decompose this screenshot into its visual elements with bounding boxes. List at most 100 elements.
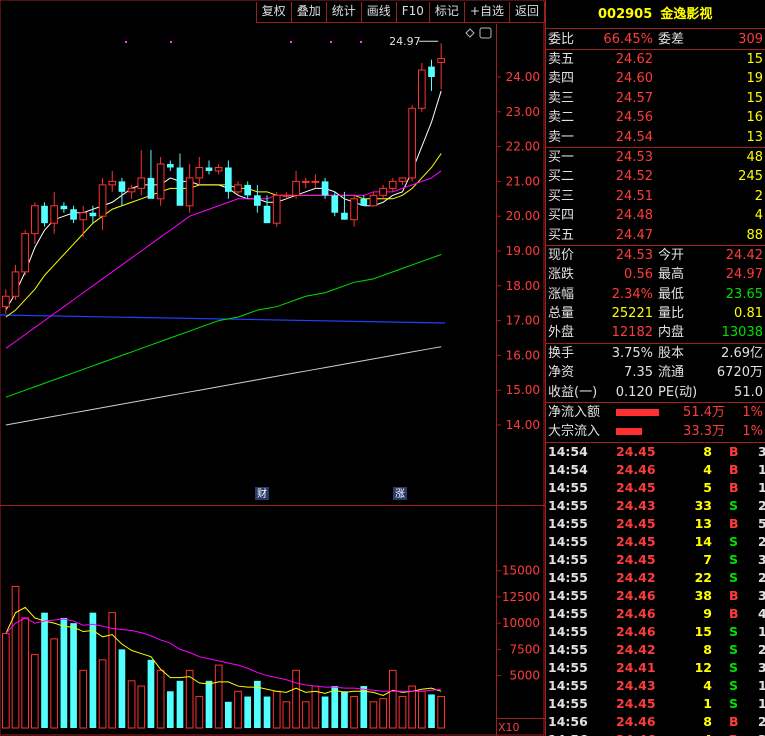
marker-label: 涨 — [395, 488, 405, 500]
volume-bar — [108, 612, 117, 729]
tick-price: 24.45 — [616, 551, 656, 567]
tick-count: 2 — [758, 497, 765, 515]
candle-body — [118, 181, 126, 192]
candle-body — [282, 194, 291, 197]
candle-body — [185, 177, 194, 207]
ask-row: 卖三 24.57 15 — [546, 89, 765, 108]
tick-row: 14:55 24.43 4 S 1 — [546, 677, 765, 695]
fund-label-2: 流通 — [658, 365, 685, 381]
candle-body — [225, 167, 232, 192]
volume-bar — [311, 685, 320, 729]
toolbar-button-3[interactable]: 画线 — [360, 2, 396, 23]
candle-body — [437, 58, 445, 63]
candle-body — [417, 69, 426, 109]
weibi-label: 委比 — [548, 32, 575, 47]
event-dot — [330, 41, 332, 43]
tick-price: 24.45 — [616, 479, 656, 495]
ma120-line — [5, 346, 442, 426]
stat-row: 涨幅 2.34% 最低 23.65 — [546, 285, 765, 304]
kline-chart[interactable]: 24.00 23.00 22.00 21.00 20.00 19.00 18.00 17.00… — [0, 0, 545, 736]
toolbar-button-2[interactable]: 统计 — [325, 2, 361, 23]
stat-label-1: 涨幅 — [548, 286, 575, 302]
kline-chart-area[interactable]: 24.00 23.00 22.00 21.00 20.00 19.00 18.00 17.00… — [0, 0, 545, 736]
toolbar-button-7[interactable]: 返回 — [508, 2, 545, 23]
candle-body — [263, 205, 271, 224]
stock-name: 金逸影视 — [660, 7, 713, 22]
vol-tick-label: 10000 — [502, 616, 540, 630]
volume-bar — [156, 669, 165, 729]
tick-count: 1 — [758, 623, 765, 641]
tick-direction: S — [729, 659, 739, 675]
flow-label: 大宗流入 — [548, 424, 601, 440]
stat-label-1: 总量 — [548, 306, 575, 322]
volume-bar — [272, 690, 281, 729]
tick-row: 14:56 24.46 8 B 2 — [546, 713, 765, 731]
stat-row: 总量 25221 量比 0.81 — [546, 304, 765, 323]
price-tick-label: 24.00 — [506, 70, 540, 84]
diamond-icon — [465, 28, 475, 38]
ask-row: 卖五 24.62 15 — [546, 50, 765, 69]
tick-direction: B — [729, 587, 739, 603]
tick-volume: 22 — [694, 569, 712, 585]
tick-time: 14:55 — [548, 497, 588, 513]
toolbar-button-5[interactable]: 标记 — [428, 2, 464, 23]
tick-row: 14:55 24.45 7 S 3 — [546, 551, 765, 569]
candle-body — [272, 194, 281, 224]
volume-bar — [195, 696, 204, 729]
stock-header: 002905 金逸影视 — [546, 0, 765, 29]
tick-count: 1 — [758, 461, 765, 479]
candle-body — [244, 184, 252, 196]
chart-option-icon — [479, 27, 492, 39]
tick-volume: 8 — [703, 713, 712, 729]
tick-row: 14:55 24.41 12 S 3 — [546, 659, 765, 677]
candle-body — [321, 181, 329, 196]
candle-body — [398, 177, 407, 182]
tick-volume: 7 — [703, 551, 712, 567]
tick-price: 24.42 — [616, 641, 656, 657]
price-tick-label: 17.00 — [506, 314, 540, 328]
bid-volume: 245 — [738, 169, 763, 185]
flow-percent: 1% — [742, 424, 763, 440]
toolbar-button-4[interactable]: F10 — [395, 2, 429, 23]
tick-volume: 33 — [694, 497, 712, 513]
candle-body — [98, 184, 107, 217]
volume-bar — [369, 701, 378, 729]
price-tick-label: 15.00 — [506, 383, 540, 397]
tick-count: 2 — [758, 713, 765, 731]
volume-bar — [11, 585, 20, 729]
ask-label: 卖二 — [548, 110, 575, 126]
candle-body — [137, 177, 146, 189]
bid-book: 买一 24.53 48 买二 24.52 245 买三 24.51 2 买四 24.48 4 买五 24.… — [546, 148, 765, 246]
tick-direction: S — [729, 497, 739, 513]
stat-row: 外盘 12182 内盘 13038 — [546, 323, 765, 342]
toolbar-button-6[interactable]: +自选 — [463, 2, 509, 23]
tick-time: 14:55 — [548, 551, 588, 567]
ask-volume: 16 — [746, 110, 763, 126]
candle-body — [11, 271, 20, 297]
toolbar-button-1[interactable]: 叠加 — [290, 2, 326, 23]
weicha-value: 309 — [738, 32, 763, 47]
ask-row: 卖四 24.60 19 — [546, 69, 765, 88]
ask-volume: 19 — [746, 71, 763, 87]
toolbar-button-0[interactable]: 复权 — [255, 2, 291, 23]
tick-count: 3 — [758, 659, 765, 677]
fund-flow: 净流入额 51.4万 1% 大宗流入 33.3万 1% — [546, 403, 765, 443]
fund-label-1: 收益(一) — [548, 384, 598, 400]
tick-count: 5 — [758, 515, 765, 533]
tick-direction: S — [729, 677, 739, 693]
fund-row: 换手 3.75% 股本 2.69亿 — [546, 344, 765, 363]
volume-bar — [60, 617, 68, 728]
flow-row: 大宗流入 33.3万 1% — [546, 422, 765, 441]
tick-price: 24.46 — [616, 623, 656, 639]
tick-time: 14:54 — [548, 461, 588, 477]
candle-body — [408, 107, 416, 179]
tick-list[interactable]: 14:5424.458B314:5424.464B114:5524.455B11… — [546, 443, 765, 736]
tick-count: 2 — [758, 731, 765, 736]
fund-label-1: 净资 — [548, 365, 575, 381]
tick-direction: B — [729, 605, 739, 621]
price-tick-label: 14.00 — [506, 418, 540, 432]
fundamentals: 换手 3.75% 股本 2.69亿 净资 7.35 流通 6720万 收益(一) 0.120 PE(… — [546, 344, 765, 404]
tick-direction: B — [729, 713, 739, 729]
tick-price: 24.45 — [616, 533, 656, 549]
volume-bar — [137, 685, 146, 729]
